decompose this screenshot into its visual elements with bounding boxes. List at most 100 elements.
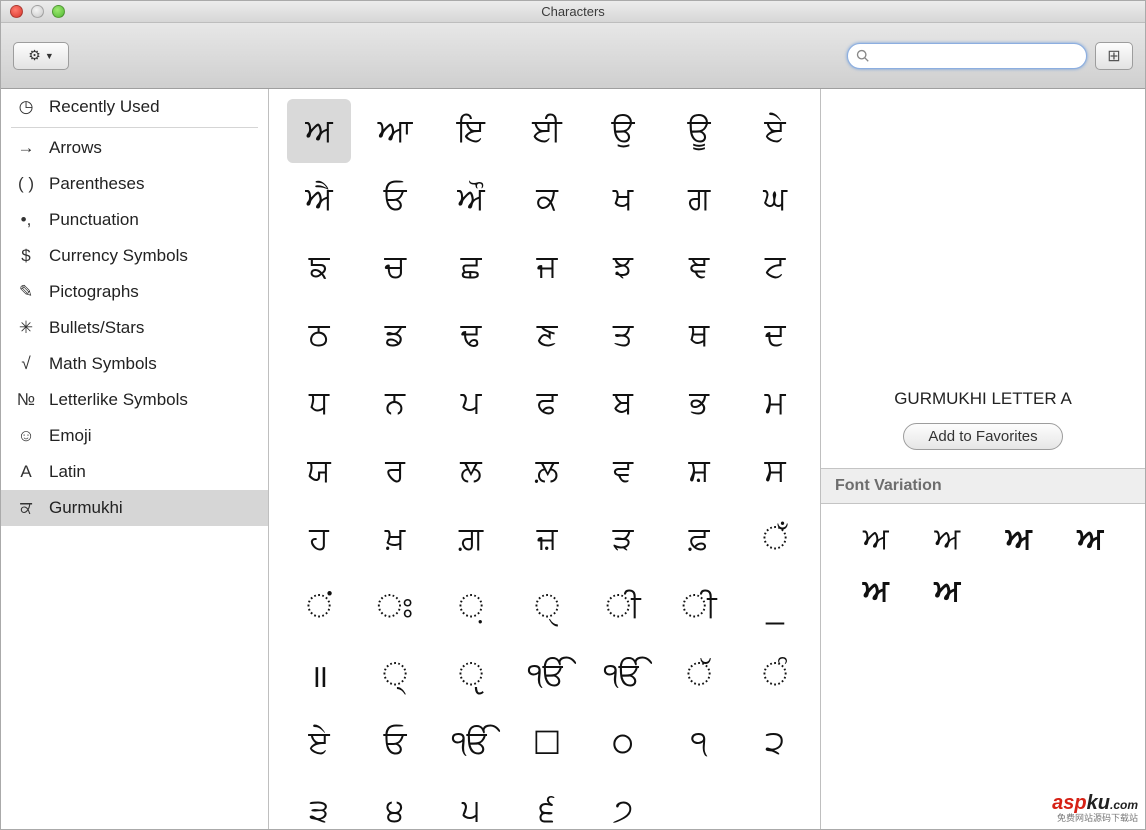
- character-cell[interactable]: ਥ: [667, 303, 731, 367]
- character-cell[interactable]: ਫ: [515, 371, 579, 435]
- character-cell[interactable]: ਵ: [591, 439, 655, 503]
- character-cell[interactable]: ਜ: [515, 235, 579, 299]
- character-cell[interactable]: ਢ: [439, 303, 503, 367]
- character-cell[interactable]: ਏ: [287, 711, 351, 775]
- font-variation-cell[interactable]: ਅ: [845, 522, 907, 556]
- search-input[interactable]: [874, 48, 1078, 63]
- sidebar-item-math-symbols[interactable]: √Math Symbols: [1, 346, 268, 382]
- character-cell[interactable]: ਓ: [363, 167, 427, 231]
- sidebar-item-currency-symbols[interactable]: $Currency Symbols: [1, 238, 268, 274]
- sidebar-item-arrows[interactable]: →Arrows: [1, 130, 268, 166]
- character-cell[interactable]: ੱ: [667, 643, 731, 707]
- character-cell[interactable]: ਆ: [363, 99, 427, 163]
- character-cell[interactable]: ਖ਼: [363, 507, 427, 571]
- character-cell[interactable]: ਘ: [743, 167, 807, 231]
- font-variation-cell[interactable]: ਅ: [917, 522, 979, 556]
- character-cell[interactable]: ਣ: [515, 303, 579, 367]
- character-cell[interactable]: ੫: [439, 779, 503, 829]
- character-cell[interactable]: ਃ: [363, 575, 427, 639]
- search-field[interactable]: [847, 43, 1087, 69]
- view-toggle-button[interactable]: ⊞: [1095, 42, 1133, 70]
- sidebar-item-bullets-stars[interactable]: ✳︎Bullets/Stars: [1, 310, 268, 346]
- character-cell[interactable]: ੬: [515, 779, 579, 829]
- character-cell[interactable]: ਸ਼: [667, 439, 731, 503]
- sidebar-item-letterlike-symbols[interactable]: №Letterlike Symbols: [1, 382, 268, 418]
- sidebar-item-pictographs[interactable]: ✎Pictographs: [1, 274, 268, 310]
- character-cell[interactable]: ੵ: [439, 643, 503, 707]
- character-cell[interactable]: ਼: [439, 575, 503, 639]
- character-cell[interactable]: ਪ: [439, 371, 503, 435]
- character-cell[interactable]: ਤ: [591, 303, 655, 367]
- sidebar-item-emoji[interactable]: ☺Emoji: [1, 418, 268, 454]
- character-cell[interactable]: ਟ: [743, 235, 807, 299]
- character-cell[interactable]: ਕ: [515, 167, 579, 231]
- character-cell[interactable]: ੰ: [743, 643, 807, 707]
- character-cell[interactable]: ੑ: [515, 575, 579, 639]
- character-cell[interactable]: ਂ: [287, 575, 351, 639]
- add-to-favorites-button[interactable]: Add to Favorites: [903, 423, 1062, 450]
- character-cell[interactable]: ੧: [667, 711, 731, 775]
- character-cell[interactable]: ੨: [743, 711, 807, 775]
- character-cell[interactable]: ੍: [363, 643, 427, 707]
- character-cell[interactable]: ੴ: [439, 711, 503, 775]
- character-cell[interactable]: ਗ਼: [439, 507, 503, 571]
- character-cell[interactable]: ਅ: [287, 99, 351, 163]
- character-cell[interactable]: ੦: [591, 711, 655, 775]
- character-cell[interactable]: ੩: [287, 779, 351, 829]
- character-cell[interactable]: ਊ: [667, 99, 731, 163]
- character-cell[interactable]: ੴ: [515, 643, 579, 707]
- character-cell[interactable]: ਜ਼: [515, 507, 579, 571]
- character-cell[interactable]: ੀ: [667, 575, 731, 639]
- character-cell[interactable]: ੀ: [591, 575, 655, 639]
- character-cell[interactable]: ਇ: [439, 99, 503, 163]
- character-cell[interactable]: ਁ: [743, 507, 807, 571]
- sidebar-item-recently-used[interactable]: ◷Recently Used: [1, 89, 268, 125]
- character-cell[interactable]: ੪: [363, 779, 427, 829]
- font-variation-cell[interactable]: ਅ: [1060, 522, 1122, 556]
- character-cell[interactable]: ਲ਼: [515, 439, 579, 503]
- character-cell[interactable]: ਫ਼: [667, 507, 731, 571]
- font-variation-cell[interactable]: ਅ: [917, 574, 979, 608]
- character-cell[interactable]: ਓ: [363, 711, 427, 775]
- character-cell[interactable]: ਐ: [287, 167, 351, 231]
- character-cell[interactable]: ਹ: [287, 507, 351, 571]
- character-cell[interactable]: ਧ: [287, 371, 351, 435]
- character-cell[interactable]: ਞ: [667, 235, 731, 299]
- character-cell[interactable]: ਰ: [363, 439, 427, 503]
- character-cell[interactable]: ਬ: [591, 371, 655, 435]
- character-cell[interactable]: ☐: [515, 711, 579, 775]
- character-cell[interactable]: ਛ: [439, 235, 503, 299]
- character-cell[interactable]: ਸ: [743, 439, 807, 503]
- character-cell[interactable]: ਏ: [743, 99, 807, 163]
- character-cell[interactable]: ਖ: [591, 167, 655, 231]
- sidebar-item-gurmukhi[interactable]: ਕGurmukhi: [1, 490, 268, 526]
- character-cell[interactable]: ਭ: [667, 371, 731, 435]
- action-menu-button[interactable]: ⚙ ▼: [13, 42, 69, 70]
- character-cell[interactable]: ਔ: [439, 167, 503, 231]
- character-cell[interactable]: ਉ: [591, 99, 655, 163]
- font-variation-cell[interactable]: ਅ: [988, 522, 1050, 556]
- character-cell[interactable]: _: [743, 575, 807, 639]
- character-cell[interactable]: ਚ: [363, 235, 427, 299]
- sidebar-item-parentheses[interactable]: ( )Parentheses: [1, 166, 268, 202]
- category-icon: №: [15, 390, 37, 410]
- character-cell[interactable]: ਲ: [439, 439, 503, 503]
- character-cell[interactable]: ॥: [287, 643, 351, 707]
- character-cell[interactable]: ਡ: [363, 303, 427, 367]
- character-cell[interactable]: ਗ: [667, 167, 731, 231]
- character-cell[interactable]: ਠ: [287, 303, 351, 367]
- sidebar-item-latin[interactable]: ALatin: [1, 454, 268, 490]
- character-cell[interactable]: ਦ: [743, 303, 807, 367]
- character-cell[interactable]: ਈ: [515, 99, 579, 163]
- character-grid-scroll[interactable]: ਅਆਇਈਉਊਏਐਓਔਕਖਗਘਙਚਛਜਝਞਟਠਡਢਣਤਥਦਧਨਪਫਬਭਮਯਰਲਲ਼…: [269, 89, 821, 829]
- character-cell[interactable]: ੴ: [591, 643, 655, 707]
- character-cell[interactable]: ਨ: [363, 371, 427, 435]
- character-cell[interactable]: ੜ: [591, 507, 655, 571]
- character-cell[interactable]: ਝ: [591, 235, 655, 299]
- character-cell[interactable]: ਮ: [743, 371, 807, 435]
- character-cell[interactable]: ਙ: [287, 235, 351, 299]
- sidebar-item-punctuation[interactable]: •,Punctuation: [1, 202, 268, 238]
- character-cell[interactable]: ਯ: [287, 439, 351, 503]
- font-variation-cell[interactable]: ਅ: [845, 574, 907, 608]
- character-cell[interactable]: ੭: [591, 779, 655, 829]
